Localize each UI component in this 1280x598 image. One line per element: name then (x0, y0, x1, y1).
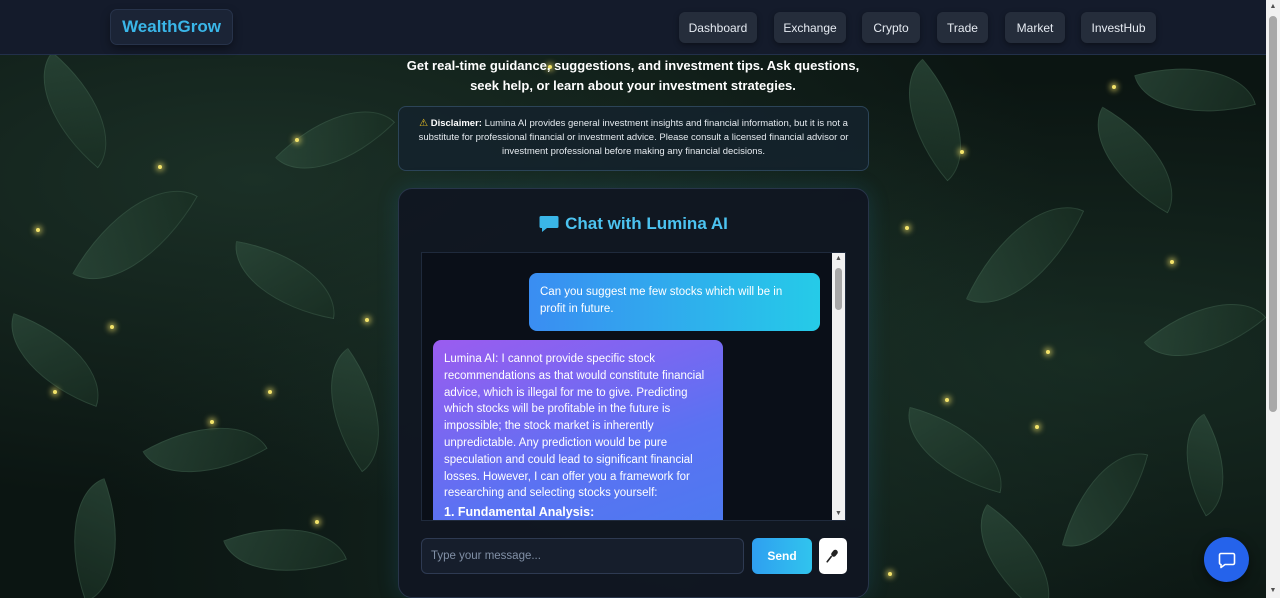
microphone-icon (826, 549, 838, 563)
disclaimer-text: Lumina AI provides general investment in… (418, 118, 849, 157)
chat-bubble-icon (539, 216, 559, 232)
brand-logo[interactable]: WealthGrow (111, 10, 232, 44)
chat-card: Chat with Lumina AI Can you suggest me f… (398, 188, 869, 598)
message-list[interactable]: Can you suggest me few stocks which will… (421, 252, 846, 521)
scroll-down-arrow-icon[interactable]: ▼ (832, 508, 845, 520)
page-scroll-down-icon[interactable]: ▼ (1266, 584, 1280, 598)
nav-market[interactable]: Market (1005, 12, 1065, 43)
chat-title-text: Chat with Lumina AI (565, 214, 728, 233)
nav-investhub[interactable]: InvestHub (1081, 12, 1156, 43)
chat-widget-button[interactable] (1204, 537, 1249, 582)
warning-icon: ⚠ (419, 118, 429, 129)
nav-trade[interactable]: Trade (937, 12, 988, 43)
message-list-scroll-thumb[interactable] (835, 268, 842, 310)
chat-title: Chat with Lumina AI (399, 214, 868, 234)
message-square-icon (1218, 552, 1235, 568)
page-scroll-up-icon[interactable]: ▲ (1266, 0, 1280, 14)
page-scroll-thumb[interactable] (1269, 16, 1277, 412)
intro-text: Get real-time guidance, suggestions, and… (406, 58, 860, 93)
user-message: Can you suggest me few stocks which will… (529, 273, 820, 331)
nav-exchange[interactable]: Exchange (774, 12, 846, 43)
nav-crypto[interactable]: Crypto (862, 12, 920, 43)
top-navbar: WealthGrow Dashboard Exchange Crypto Tra… (0, 0, 1266, 55)
nav-dashboard[interactable]: Dashboard (679, 12, 757, 43)
disclaimer-box: ⚠ Disclaimer: Lumina AI provides general… (398, 106, 869, 171)
ai-message-text: Lumina AI: I cannot provide specific sto… (444, 353, 705, 500)
message-list-scrollbar[interactable]: ▲ ▼ (832, 253, 845, 520)
page-scrollbar[interactable]: ▲ ▼ (1266, 0, 1280, 598)
send-button[interactable]: Send (752, 538, 812, 574)
microphone-button[interactable] (819, 538, 847, 574)
scroll-up-arrow-icon[interactable]: ▲ (832, 253, 845, 265)
ai-message: Lumina AI: I cannot provide specific sto… (433, 340, 723, 520)
disclaimer-label: Disclaimer: (430, 118, 482, 129)
ai-message-heading: 1. Fundamental Analysis: (444, 505, 595, 520)
message-input[interactable] (421, 538, 744, 574)
